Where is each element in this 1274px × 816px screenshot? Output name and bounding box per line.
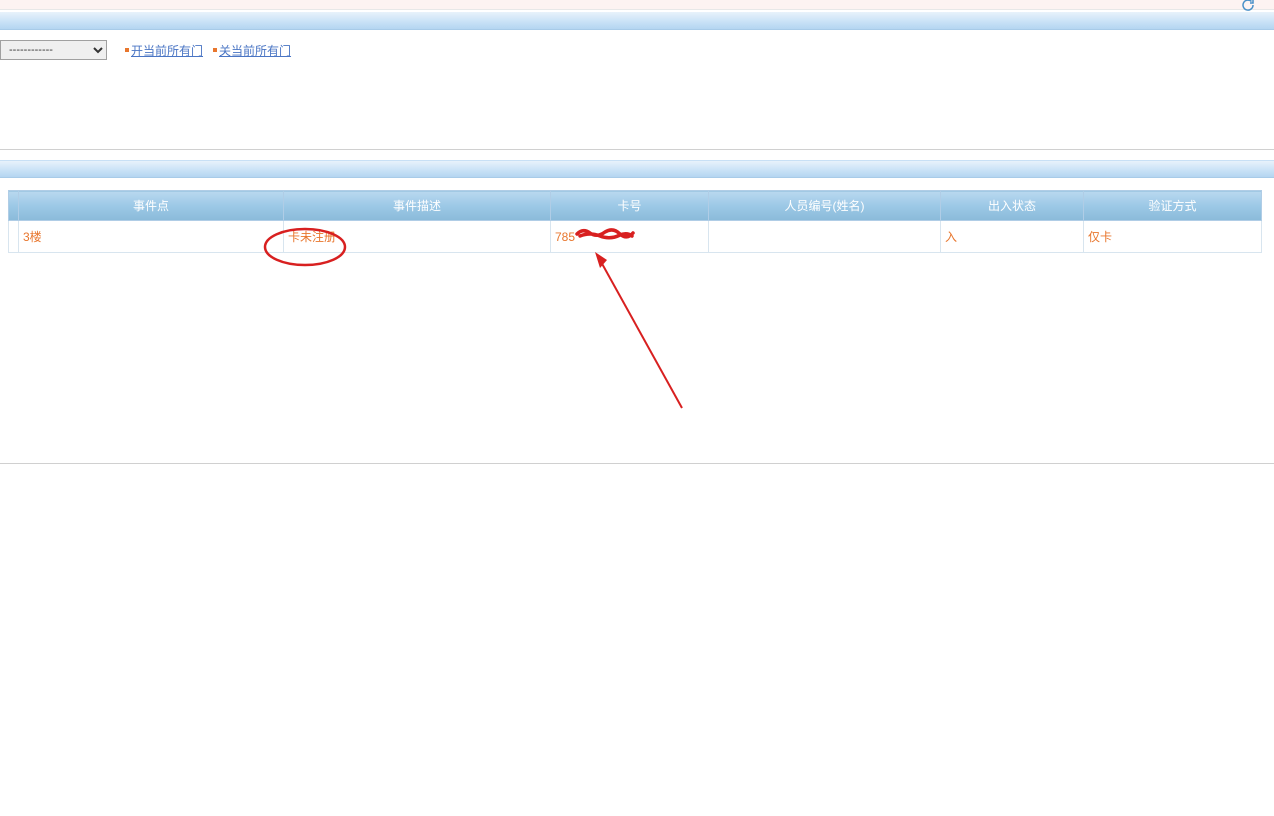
cell-event-point: 3楼 (19, 221, 284, 253)
cell-card-no: 785 (551, 221, 709, 253)
header-event-desc: 事件描述 (284, 191, 551, 221)
section-header-bar-2 (0, 160, 1274, 178)
header-person-id: 人员编号(姓名) (709, 191, 941, 221)
close-all-doors-label: 关当前所有门 (219, 42, 291, 59)
content-area (0, 70, 1274, 150)
table-header-row: 事件点 事件描述 卡号 人员编号(姓名) 出入状态 验证方式 (9, 191, 1262, 221)
bottom-border (0, 463, 1274, 464)
refresh-icon[interactable] (1240, 0, 1256, 13)
event-table-container: 事件点 事件描述 卡号 人员编号(姓名) 出入状态 验证方式 3楼 卡未注册 7… (0, 190, 1274, 253)
annotation-arrow (592, 250, 687, 410)
top-bar (0, 0, 1274, 10)
section-header-bar-1 (0, 12, 1274, 30)
cell-verify-method: 仅卡 (1084, 221, 1262, 253)
open-all-doors-label: 开当前所有门 (131, 42, 203, 59)
header-card-no: 卡号 (551, 191, 709, 221)
card-no-value: 785 (555, 230, 575, 244)
door-selector[interactable]: ------------ (0, 40, 107, 60)
cell-spacer (9, 221, 19, 253)
header-verify-method: 验证方式 (1084, 191, 1262, 221)
table-header-spacer (9, 191, 19, 221)
cell-person-id (709, 221, 941, 253)
bullet-icon (213, 48, 217, 52)
redaction-scribble (575, 226, 635, 242)
header-event-point: 事件点 (19, 191, 284, 221)
close-all-doors-link[interactable]: 关当前所有门 (213, 42, 291, 59)
header-in-out-status: 出入状态 (941, 191, 1084, 221)
cell-in-out-status: 入 (941, 221, 1084, 253)
event-table: 事件点 事件描述 卡号 人员编号(姓名) 出入状态 验证方式 3楼 卡未注册 7… (8, 190, 1262, 253)
link-group: 开当前所有门 关当前所有门 (125, 42, 291, 59)
open-all-doors-link[interactable]: 开当前所有门 (125, 42, 203, 59)
bullet-icon (125, 48, 129, 52)
table-row[interactable]: 3楼 卡未注册 785 入 仅卡 (9, 221, 1262, 253)
toolbar: ------------ 开当前所有门 关当前所有门 (0, 30, 1274, 70)
cell-event-desc: 卡未注册 (284, 221, 551, 253)
